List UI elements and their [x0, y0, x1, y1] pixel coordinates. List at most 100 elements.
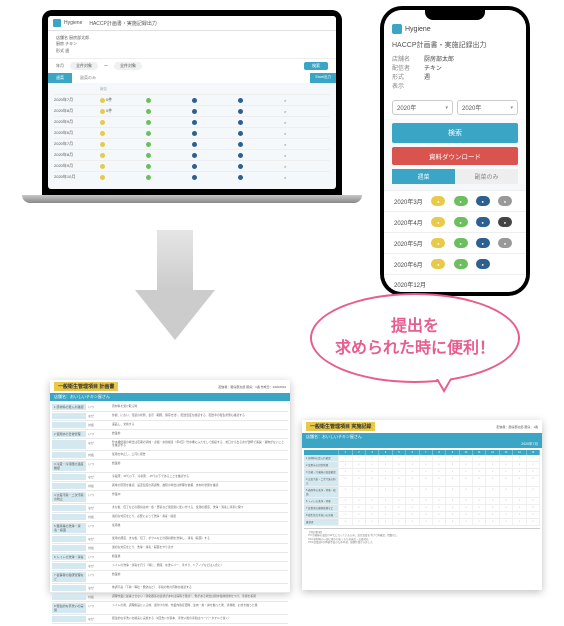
list-item[interactable]: 2020年5月●●●●: [384, 232, 526, 253]
doc-header: 一般衛生管理項目 計画書 配信者：厨房部太郎 厨房：1番 作成日：2020/8/…: [50, 380, 290, 393]
record-row: 7 従事者の健康管理など○○○○○○○○○○○○○○○: [304, 505, 540, 512]
meta-label: 店舗名: [56, 35, 68, 40]
plan-row: 対処適切な対応をとり、必要によって洗浄・消毒・廃棄: [52, 513, 288, 522]
page-title: HACCP計画書・実施記録出力: [384, 38, 526, 54]
phone-selects: 2020年 2020年: [384, 96, 526, 119]
table-row[interactable]: 2020年7月>: [54, 138, 330, 149]
doc-header: 一般衛生管理項目 実施記録 配信者：厨房部太郎 厨房：1番: [302, 420, 542, 433]
meta-value: 厨房部太郎: [424, 56, 454, 65]
excel-export-button[interactable]: Excel出力: [310, 73, 336, 83]
table-header: 報告: [54, 85, 330, 94]
list-item[interactable]: 2020年12月: [384, 274, 526, 292]
doc-title: 一般衛生管理項目 実施記録: [306, 422, 375, 431]
plan-row: 8 衛生的な手洗いの実施いつトイレの後、調理施設に入る前、盛付けの前、作業内容変…: [52, 602, 288, 615]
record-row: 1 原材料の受入れ確認○○○○○○○○○○○○○○○: [304, 455, 540, 462]
meta-label: 配信者: [392, 65, 418, 74]
list-item[interactable]: 2020年4月●●●●: [384, 211, 526, 232]
plan-row: 4 交差汚染・二次汚染の防止いつ作業中: [52, 491, 288, 504]
tab-main[interactable]: 週菜: [392, 169, 455, 184]
tab-sub[interactable]: 副菜のみ: [455, 169, 518, 184]
tab-sub[interactable]: 副菜のみ: [72, 73, 104, 83]
record-row: 2 使用水の日常管理○○○○○○○○○○○○○○○: [304, 462, 540, 469]
meta-value: 週: [424, 74, 430, 83]
meta-value: 厨房部太郎: [69, 35, 89, 40]
app-logo-icon: [392, 24, 402, 34]
doc-body: 1234567891011121314151 原材料の受入れ確認○○○○○○○○…: [302, 448, 542, 548]
download-button[interactable]: 資料ダウンロード: [392, 147, 518, 165]
record-row: 3 冷蔵・冷凍庫の温度確認○○○○○○○○○○○○○○○: [304, 469, 540, 476]
phone-meta: 店舗名厨房部太郎 配信者チキン 形式週 表示: [384, 54, 526, 96]
plan-row: 6 トイレの洗浄・消毒いつ終業後: [52, 553, 288, 562]
record-row: 5 器具等の洗浄・消毒・殺菌○○○○○○○○○○○○○○○: [304, 487, 540, 498]
table-row[interactable]: 2020年9月>: [54, 160, 330, 171]
laptop-meta: 店舗名 厨房部太郎 厨房 チキン 形式 週: [48, 31, 336, 59]
phone-notch: [425, 10, 485, 20]
laptop-app: Hygiene HACCP計画書・実施記録出力 店舗名 厨房部太郎 厨房 チキン…: [48, 16, 336, 189]
table-row[interactable]: 2020年6月>: [54, 127, 330, 138]
plan-row: なぜトイレの洗浄・消毒を行う（特に、便座、水洗レバー、手すり、ドアノブなどは入念…: [52, 562, 288, 571]
record-row: 確認者○○○○○○○○○○○○○○○: [304, 519, 540, 526]
plan-row: なぜ外観、におい、包装の状態、表示（期限、保存方法）、配送温度を確認する、配送車…: [52, 412, 288, 421]
table-row[interactable]: 2020年10月>: [54, 171, 330, 182]
meta-label: 厨房: [56, 41, 64, 46]
plan-row: なぜ体調不良（下痢・嘔吐・発熱など）、手指の傷の有無を確認する: [52, 584, 288, 593]
laptop-device: Hygiene HACCP計画書・実施記録出力 店舗名 厨房部太郎 厨房 チキン…: [22, 10, 362, 220]
page-title: HACCP計画書・実施記録出力: [89, 20, 157, 27]
laptop-filter: 年月 全件対象 ～ 全件対象 検索: [48, 59, 336, 73]
year-select[interactable]: 全件対象: [70, 62, 98, 70]
plan-row: なぜ貯水槽使用の場合は定期の清掃・点検・水質検査（年2回）貯水槽にふたをして施錠…: [52, 439, 288, 451]
table-row[interactable]: 2020年7月0件>: [54, 94, 330, 105]
doc-month: 2020年7月: [302, 441, 542, 448]
tab-main[interactable]: 週菜: [48, 73, 72, 83]
plan-row: 対処異常の原因を確認、設定温度の再調整、故障の場合は修理を依頼、食材の状態を確認: [52, 482, 288, 491]
year-select[interactable]: 全件対象: [114, 62, 142, 70]
phone-tabs: 週菜 副菜のみ: [392, 169, 518, 184]
plan-row: なぜ冷蔵庫：10℃以下、冷凍庫：-15℃以下であることを確認する: [52, 473, 288, 482]
plan-row: 2 使用水の日常管理いつ始業前: [52, 430, 288, 439]
laptop-tabs: 週菜 副菜のみ Excel出力: [48, 73, 336, 83]
record-row: 6 トイレの洗浄・消毒○○○○○○○○○○○○○○○: [304, 498, 540, 505]
plan-document: 一般衛生管理項目 計画書 配信者：厨房部太郎 厨房：1番 作成日：2020/8/…: [50, 380, 290, 592]
meta-value: 週: [65, 48, 69, 53]
meta-value: チキン: [424, 65, 442, 74]
meta-label: 店舗名: [392, 56, 418, 65]
phone-app: Hygiene HACCP計画書・実施記録出力 店舗名厨房部太郎 配信者チキン …: [384, 10, 526, 292]
record-row: 4 交差汚染・二次汚染の防止○○○○○○○○○○○○○○○: [304, 476, 540, 487]
doc-meta: 配信者：厨房部太郎 厨房：1番 作成日：2020/8/26: [218, 385, 286, 389]
search-button[interactable]: 検索: [304, 62, 328, 70]
table-row[interactable]: 2020年8月0件>: [54, 105, 330, 116]
search-button[interactable]: 検索: [392, 123, 518, 143]
plan-row: なぜまな板、包丁などの器具は肉・魚・野菜など用途別に使い分ける、使用の都度、洗浄…: [52, 504, 288, 513]
doc-meta: 配信者：厨房部太郎 厨房：1番: [496, 425, 538, 429]
down-arrow-icon: [135, 230, 215, 340]
laptop-header: Hygiene HACCP計画書・実施記録出力: [48, 16, 336, 31]
doc-body: 1 原材料の受入れ確認いつ原材料を受け取る時なぜ外観、におい、包装の状態、表示（…: [50, 401, 290, 626]
laptop-base: [22, 195, 362, 203]
callout-text: 提出を 求められた時に便利！: [335, 316, 495, 361]
phone-device: Hygiene HACCP計画書・実施記録出力 店舗名厨房部太郎 配信者チキン …: [380, 6, 530, 296]
doc-notes: 【特記事項】 7/3 冷蔵庫の温度が12℃になっていたため、設定温度を下げて再確…: [304, 528, 540, 546]
list-item[interactable]: 2020年3月●●●●: [384, 190, 526, 211]
plan-row: 5 器具等の洗浄・消毒・殺菌いつ使用後: [52, 522, 288, 535]
table-row[interactable]: 2020年8月>: [54, 149, 330, 160]
plan-row: なぜ衛生的な手洗いを確実に実施する（2回洗いが基本、手洗い後の手指はペーパータオ…: [52, 615, 288, 624]
plan-row: 対処使用を中止し、上司に報告: [52, 451, 288, 460]
plan-row: 7 従事者の健康管理などいつ始業前: [52, 571, 288, 584]
app-logo-text: Hygiene: [64, 20, 82, 26]
laptop-screen: Hygiene HACCP計画書・実施記録出力 店舗名 厨房部太郎 厨房 チキン…: [42, 10, 342, 195]
year-from-select[interactable]: 2020年: [392, 100, 453, 115]
plan-row: なぜ使用の都度、まな板、包丁、ボウルなどの器具類を洗浄し、消毒（殺菌）する: [52, 535, 288, 544]
record-document: 一般衛生管理項目 実施記録 配信者：厨房部太郎 厨房：1番 店舗名：おいしいチキ…: [302, 420, 542, 590]
meta-value: チキン: [65, 41, 77, 46]
app-logo-text: Hygiene: [405, 26, 431, 33]
doc-subtitle: 店舗名：おいしいチキン屋さん: [302, 433, 542, 441]
list-item[interactable]: 2020年6月●●●: [384, 253, 526, 274]
record-row: 8 衛生的な手洗いの実施○○○○○○○○○○○○○○○: [304, 512, 540, 519]
plan-row: 対処適切な対応をとり、洗浄・消毒・殺菌をやり直す: [52, 544, 288, 553]
table-row[interactable]: 2020年9月>: [54, 116, 330, 127]
meta-label: 形式: [56, 48, 64, 53]
year-to-select[interactable]: 2020年: [457, 100, 518, 115]
doc-subtitle: 店舗名：おいしいチキン屋さん: [50, 393, 290, 401]
callout-bubble: 提出を 求められた時に便利！: [310, 293, 520, 383]
meta-label: 表示: [392, 83, 418, 92]
